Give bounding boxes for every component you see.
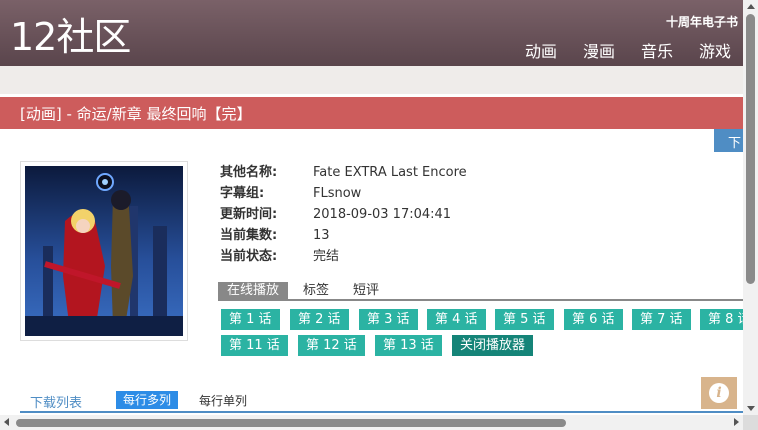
download-list-header: 下载列表 每行多列 每行单列 (20, 391, 743, 413)
nav-manga[interactable]: 漫画 (583, 38, 615, 62)
tab-online-play[interactable]: 在线播放 (218, 282, 289, 299)
episode-button[interactable]: 第 4 话 (427, 309, 486, 330)
anime-info: 其他名称: Fate EXTRA Last Encore 字幕组: FLsnow 更… (220, 164, 467, 269)
episode-button[interactable]: 第 11 话 (221, 335, 288, 356)
info-label: 其他名称: (220, 165, 278, 180)
content-tabs: 在线播放 标签 短评 (218, 282, 743, 301)
episode-button[interactable]: 第 1 话 (221, 309, 280, 330)
info-row: 当前状态: 完结 (220, 248, 467, 269)
page-title-bar: [动画] - 命运/新章 最终回响【完】 (0, 97, 743, 129)
info-row: 字幕组: FLsnow (220, 185, 467, 206)
multi-column-toggle[interactable]: 每行多列 (116, 391, 179, 409)
episode-button[interactable]: 第 7 话 (632, 309, 691, 330)
nav-anime[interactable]: 动画 (525, 38, 557, 62)
horizontal-scroll-thumb[interactable] (16, 419, 566, 427)
tab-reviews[interactable]: 短评 (344, 282, 388, 299)
info-label: 字幕组: (220, 186, 265, 201)
info-row: 更新时间: 2018-09-03 17:04:41 (220, 206, 467, 227)
single-column-toggle[interactable]: 每行单列 (199, 392, 247, 409)
episode-button[interactable]: 第 13 话 (375, 335, 442, 356)
cover-image (20, 161, 188, 341)
tab-tags[interactable]: 标签 (294, 282, 338, 299)
info-value: FLsnow (313, 186, 362, 201)
vertical-scroll-thumb[interactable] (746, 14, 755, 284)
scroll-left-arrow-icon[interactable] (4, 418, 9, 426)
info-row: 其他名称: Fate EXTRA Last Encore (220, 164, 467, 185)
info-value: 13 (313, 228, 330, 243)
info-value: 完结 (313, 249, 340, 264)
info-label: 当前集数: (220, 228, 278, 243)
download-button[interactable]: 下 (714, 129, 744, 152)
episode-button[interactable]: 第 6 话 (564, 309, 623, 330)
scrollbar-corner (743, 415, 758, 430)
info-label: 更新时间: (220, 207, 278, 222)
horizontal-scrollbar[interactable] (0, 415, 743, 430)
site-logo[interactable]: 12社区 (10, 12, 131, 62)
episode-list: 第 1 话 第 2 话 第 3 话 第 4 话 第 5 话 第 6 话 第 7 … (221, 309, 743, 359)
banner-strip (0, 66, 743, 94)
site-header: 12社区 十周年电子书 动画 漫画 音乐 游戏 (0, 0, 743, 66)
main-nav: 动画 漫画 音乐 游戏 (525, 38, 731, 62)
episode-button[interactable]: 第 8 话 (700, 309, 743, 330)
page-title: [动画] - 命运/新章 最终回响【完】 (20, 105, 252, 123)
nav-music[interactable]: 音乐 (641, 38, 673, 62)
anniversary-ebook-link[interactable]: 十周年电子书 (666, 13, 738, 30)
download-list-title[interactable]: 下载列表 (30, 392, 82, 411)
vertical-scrollbar[interactable] (743, 0, 758, 430)
scroll-up-arrow-icon[interactable] (747, 4, 755, 9)
scroll-right-arrow-icon[interactable] (734, 418, 739, 426)
episode-button[interactable]: 第 12 话 (298, 335, 365, 356)
info-icon: i (709, 383, 729, 403)
info-value: Fate EXTRA Last Encore (313, 165, 467, 180)
info-float-button[interactable]: i (701, 377, 737, 409)
close-player-button[interactable]: 关闭播放器 (452, 335, 534, 356)
episode-button[interactable]: 第 2 话 (290, 309, 349, 330)
episode-button[interactable]: 第 5 话 (495, 309, 554, 330)
info-label: 当前状态: (220, 249, 278, 264)
nav-games[interactable]: 游戏 (699, 38, 731, 62)
episode-button[interactable]: 第 3 话 (359, 309, 418, 330)
info-value: 2018-09-03 17:04:41 (313, 207, 452, 222)
info-row: 当前集数: 13 (220, 227, 467, 248)
scroll-down-arrow-icon[interactable] (747, 406, 755, 411)
